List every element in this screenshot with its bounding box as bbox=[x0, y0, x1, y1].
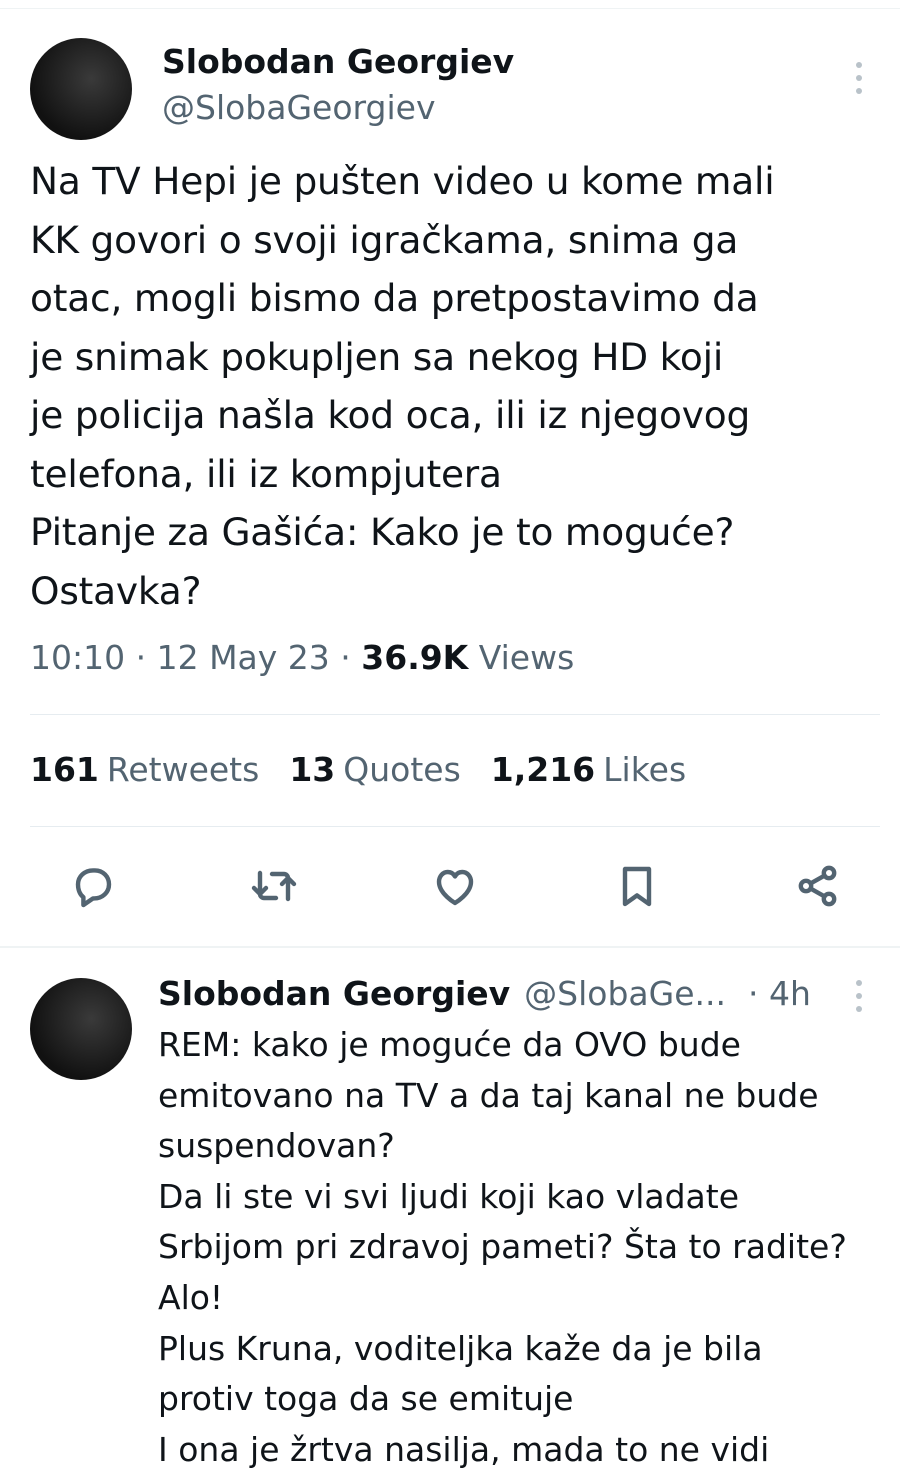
engagement-stats: 161 Retweets 13 Quotes 1,216 Likes bbox=[30, 750, 686, 789]
quotes-stat[interactable]: 13 Quotes bbox=[289, 750, 460, 789]
reply-icon bbox=[75, 868, 112, 908]
divider bbox=[30, 714, 880, 715]
avatar[interactable] bbox=[30, 38, 132, 140]
tweet-meta: 10:10 · 12 May 23 · 36.9K Views bbox=[30, 638, 575, 677]
like-button[interactable] bbox=[427, 858, 483, 914]
likes-count: 1,216 bbox=[490, 750, 596, 789]
views-label: Views bbox=[478, 638, 575, 677]
author-handle[interactable]: @SlobaGeorgiev bbox=[162, 88, 435, 127]
action-bar bbox=[0, 858, 900, 918]
retweets-count: 161 bbox=[30, 750, 99, 789]
author-name[interactable]: Slobodan Georgiev bbox=[162, 42, 514, 81]
reply-text: REM: kako je moguće da OVO bude emitovan… bbox=[158, 1025, 847, 1469]
reply-time[interactable]: · 4h bbox=[748, 974, 811, 1013]
reply-author-name[interactable]: Slobodan Georgiev bbox=[158, 974, 510, 1013]
tweet-time[interactable]: 10:10 bbox=[30, 638, 125, 677]
reply-button[interactable] bbox=[65, 858, 121, 914]
share-icon bbox=[798, 865, 837, 907]
retweets-stat[interactable]: 161 Retweets bbox=[30, 750, 259, 789]
likes-label: Likes bbox=[603, 750, 687, 789]
quotes-label: Quotes bbox=[343, 750, 461, 789]
likes-stat[interactable]: 1,216 Likes bbox=[491, 750, 686, 789]
retweet-button[interactable] bbox=[246, 858, 302, 914]
tweet-text: Na TV Hepi je pušten video u kome mali K… bbox=[30, 159, 775, 613]
bookmark-icon bbox=[622, 866, 652, 907]
share-button[interactable] bbox=[790, 858, 846, 914]
quotes-count: 13 bbox=[289, 750, 336, 789]
reply-header: Slobodan Georgiev @SlobaGe... · 4h bbox=[158, 974, 811, 1013]
more-options-icon[interactable] bbox=[849, 62, 869, 94]
bookmark-button[interactable] bbox=[609, 858, 665, 914]
tweet-date[interactable]: 12 May 23 bbox=[157, 638, 330, 677]
reply-avatar[interactable] bbox=[30, 978, 132, 1080]
section-divider bbox=[0, 946, 900, 948]
retweet-icon bbox=[251, 870, 297, 902]
like-icon bbox=[436, 869, 474, 906]
views-count: 36.9K bbox=[361, 638, 469, 677]
retweets-label: Retweets bbox=[106, 750, 260, 789]
divider bbox=[30, 826, 880, 827]
top-divider bbox=[0, 8, 900, 9]
more-options-icon[interactable] bbox=[849, 980, 869, 1012]
reply-author-handle[interactable]: @SlobaGe... bbox=[524, 974, 726, 1013]
